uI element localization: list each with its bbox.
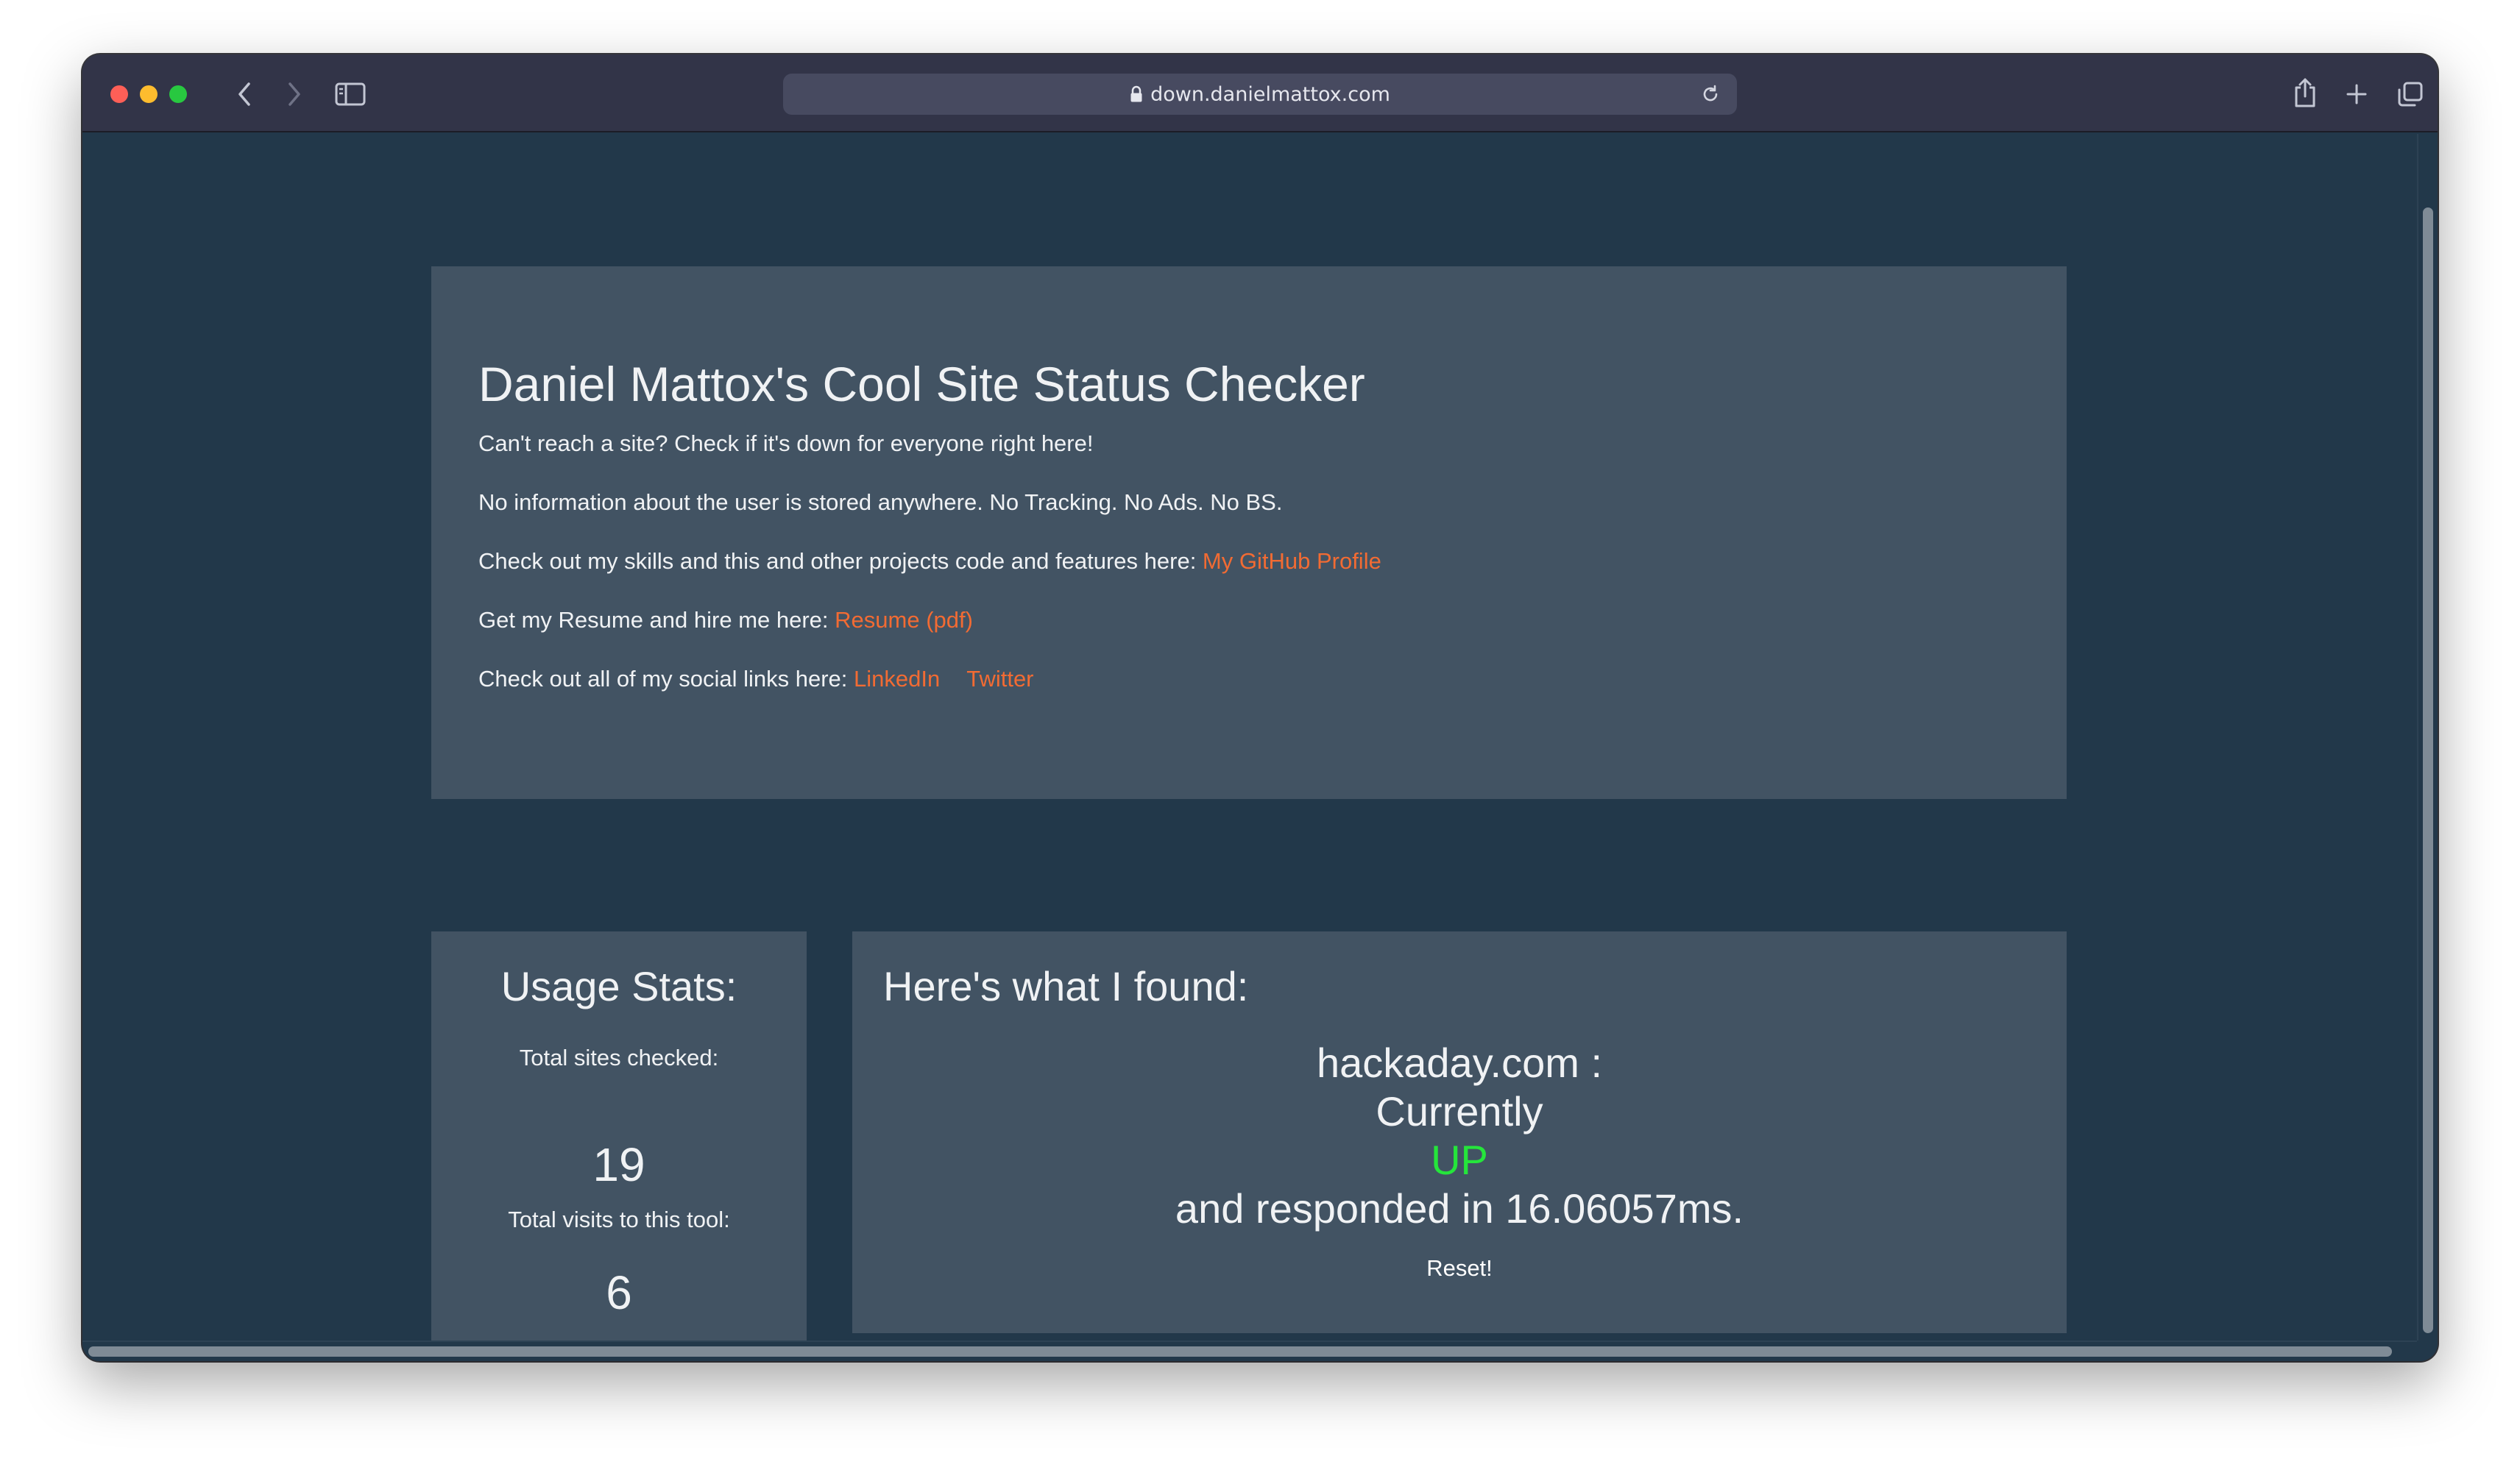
- close-window-button[interactable]: [110, 85, 128, 103]
- chevron-right-icon[interactable]: [278, 79, 311, 109]
- vertical-scroll-thumb[interactable]: [2423, 207, 2433, 1333]
- maximize-window-button[interactable]: [169, 85, 187, 103]
- result-site: hackaday.com :: [1316, 1040, 1603, 1086]
- page-content: Daniel Mattox's Cool Site Status Checker…: [82, 134, 2438, 1361]
- intro-line-5: Check out all of my social links here: L…: [478, 664, 2067, 723]
- result-response-time: and responded in 16.06057ms.: [1175, 1185, 1744, 1232]
- url-text: down.danielmattox.com: [1150, 82, 1390, 106]
- horizontal-scroll-thumb[interactable]: [88, 1346, 2392, 1357]
- share-icon[interactable]: [2290, 75, 2320, 110]
- horizontal-scrollbar[interactable]: [82, 1341, 2417, 1361]
- usage-stats-card: Usage Stats: Total sites checked: 19 Tot…: [431, 931, 807, 1360]
- result-card: Here's what I found: hackaday.com : Curr…: [852, 931, 2067, 1333]
- minimize-window-button[interactable]: [140, 85, 158, 103]
- visits-value: 6: [606, 1266, 632, 1319]
- linkedin-link[interactable]: LinkedIn: [854, 666, 940, 692]
- address-bar[interactable]: down.danielmattox.com: [783, 74, 1737, 115]
- sites-checked-value: 19: [592, 1138, 645, 1191]
- visits-label: Total visits to this tool:: [508, 1207, 730, 1232]
- twitter-link[interactable]: Twitter: [966, 666, 1033, 692]
- reset-button[interactable]: Reset!: [852, 1255, 2067, 1282]
- plus-icon[interactable]: [2342, 79, 2371, 109]
- lock-icon: [1130, 85, 1143, 103]
- resume-text: Get my Resume and hire me here:: [478, 606, 835, 633]
- intro-line-3: Check out my skills and this and other p…: [478, 547, 2067, 606]
- sidebar-icon[interactable]: [333, 81, 368, 107]
- browser-toolbar: down.danielmattox.com: [82, 54, 2438, 132]
- chevron-left-icon[interactable]: [228, 79, 261, 109]
- intro-line-1: Can't reach a site? Check if it's down f…: [478, 430, 1094, 456]
- intro-line-4: Get my Resume and hire me here: Resume (…: [478, 606, 2067, 664]
- result-currently: Currently: [1376, 1088, 1543, 1135]
- resume-link[interactable]: Resume (pdf): [835, 607, 973, 633]
- result-body: hackaday.com : Currently UP and responde…: [852, 1039, 2067, 1233]
- browser-window: down.danielmattox.com Daniel Mattox's Co…: [82, 54, 2438, 1361]
- tabs-icon[interactable]: [2395, 79, 2426, 109]
- stats-title: Usage Stats:: [500, 963, 737, 1009]
- github-link[interactable]: My GitHub Profile: [1203, 548, 1381, 574]
- intro-card: Daniel Mattox's Cool Site Status Checker…: [431, 266, 2067, 799]
- reload-icon[interactable]: [1700, 84, 1721, 108]
- status-badge: UP: [1431, 1137, 1488, 1183]
- result-title: Here's what I found:: [883, 963, 1249, 1009]
- vertical-scrollbar[interactable]: [2417, 134, 2438, 1341]
- github-text: Check out my skills and this and other p…: [478, 547, 1203, 574]
- intro-line-2: No information about the user is stored …: [478, 489, 1283, 515]
- url-display: down.danielmattox.com: [783, 74, 1737, 115]
- page-title: Daniel Mattox's Cool Site Status Checker: [478, 357, 1365, 411]
- sites-checked-label: Total sites checked:: [519, 1045, 719, 1070]
- social-text: Check out all of my social links here:: [478, 665, 854, 692]
